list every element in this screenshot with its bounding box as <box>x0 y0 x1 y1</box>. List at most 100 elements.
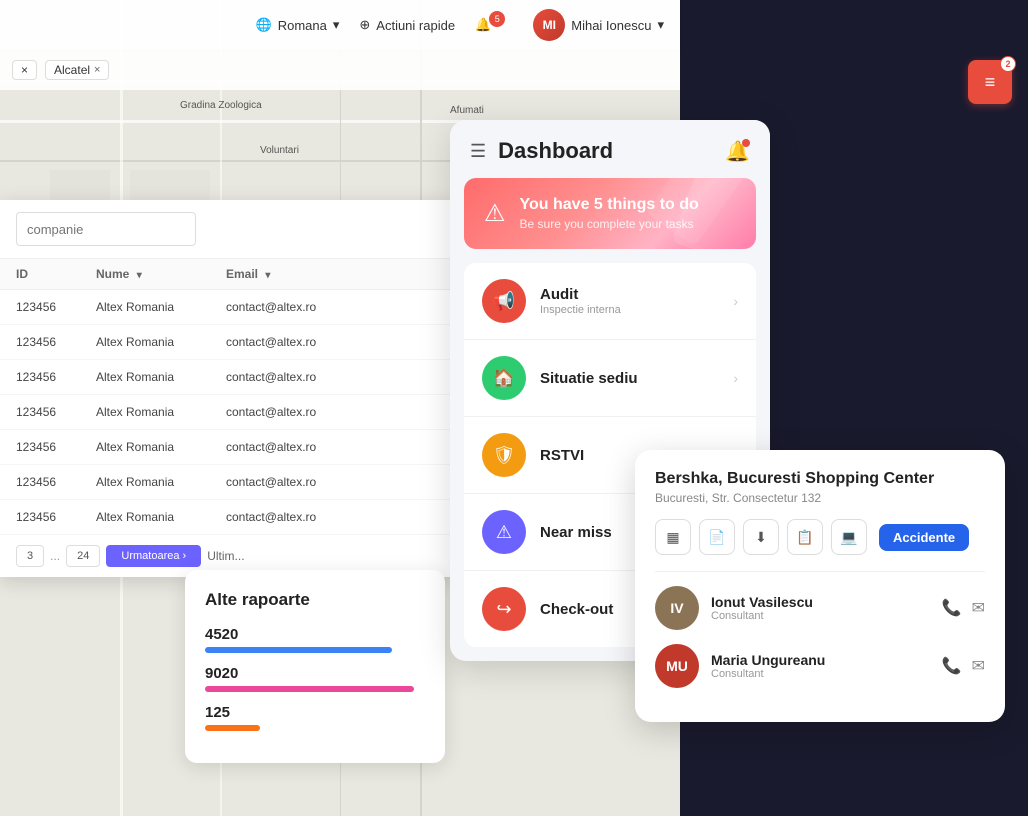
avatar-initials: IV <box>655 586 699 630</box>
sort-email-icon: ▾ <box>265 270 270 281</box>
person-role: Consultant <box>711 668 930 680</box>
menu-icon[interactable]: ☰ <box>470 141 486 162</box>
table-row[interactable]: 123456 Altex Romania contact@altex.ro <box>0 430 460 465</box>
cell-name: Altex Romania <box>96 475 226 489</box>
page-btn-24[interactable]: 24 <box>66 545 100 567</box>
action-btn-2[interactable]: 📄 <box>699 519 735 555</box>
action-btn-1[interactable]: ▦ <box>655 519 691 555</box>
download-icon: ⬇ <box>755 529 767 546</box>
tablet-icon: 💻 <box>840 529 857 546</box>
col-header-name[interactable]: Nume ▾ <box>96 267 226 281</box>
cell-email: contact@altex.ro <box>226 300 426 314</box>
filter-tag-close[interactable]: × <box>12 60 37 80</box>
cell-name: Altex Romania <box>96 300 226 314</box>
menu-item-audit[interactable]: 📢 Audit Inspectie interna › <box>464 263 756 340</box>
menu-item-icon: ↪ <box>482 587 526 631</box>
person-actions: 📞 ✉ <box>942 656 985 676</box>
alte-rapoarte-card: Alte rapoarte 4520 9020 125 <box>185 570 445 763</box>
menu-chevron-icon: › <box>733 293 738 309</box>
icon-symbol: 📢 <box>493 291 515 312</box>
action-btn-5[interactable]: 💻 <box>831 519 867 555</box>
menu-item-icon: 🏠 <box>482 356 526 400</box>
search-input[interactable] <box>16 212 196 246</box>
plus-circle-icon: ⊕ <box>359 17 370 33</box>
menu-item-text: Situatie sediu <box>540 370 719 387</box>
notifications[interactable]: 🔔 5 <box>475 17 513 33</box>
filter-close-icon[interactable]: × <box>94 64 100 76</box>
user-avatar: MI <box>533 9 565 41</box>
fab-action-button[interactable]: ≡ 2 <box>968 60 1012 104</box>
top-navigation: 🌐 Romana ▾ ⊕ Actiuni rapide 🔔 5 MI Mihai… <box>0 0 680 50</box>
quick-actions[interactable]: ⊕ Actiuni rapide <box>359 17 455 33</box>
menu-item-title: Audit <box>540 286 719 303</box>
cell-id: 123456 <box>16 405 96 419</box>
page-btn-next[interactable]: Urmatoarea › <box>106 545 201 567</box>
table-row[interactable]: 123456 Altex Romania contact@altex.ro <box>0 360 460 395</box>
divider <box>655 571 985 572</box>
person-actions: 📞 ✉ <box>942 598 985 618</box>
cell-email: contact@altex.ro <box>226 440 426 454</box>
dashboard-bell[interactable]: 🔔 <box>725 139 750 164</box>
table-row[interactable]: 123456 Altex Romania contact@altex.ro <box>0 465 460 500</box>
col-header-email[interactable]: Email ▾ <box>226 267 426 281</box>
cell-id: 123456 <box>16 475 96 489</box>
page-ellipsis: ... <box>50 549 60 563</box>
quick-actions-label: Actiuni rapide <box>376 18 455 33</box>
cell-id: 123456 <box>16 335 96 349</box>
table-row[interactable]: 123456 Altex Romania contact@altex.ro <box>0 290 460 325</box>
stat-bar <box>205 725 260 731</box>
contact-card: Bershka, Bucuresti Shopping Center Bucur… <box>635 450 1005 722</box>
contact-persons: IV Ionut Vasilescu Consultant 📞 ✉ MU Mar… <box>655 586 985 688</box>
location-title: Bershka, Bucuresti Shopping Center <box>655 470 985 488</box>
icon-symbol: ↪ <box>496 599 511 620</box>
menu-item-icon: 🛡 <box>482 433 526 477</box>
page-btn-1[interactable]: 3 <box>16 545 44 567</box>
stat-bar <box>205 686 414 692</box>
table-row[interactable]: 123456 Altex Romania contact@altex.ro <box>0 395 460 430</box>
phone-icon[interactable]: 📞 <box>942 656 962 676</box>
cell-email: contact@altex.ro <box>226 510 426 524</box>
dashboard-header: ☰ Dashboard 🔔 <box>450 120 770 178</box>
phone-icon[interactable]: 📞 <box>942 598 962 618</box>
close-icon: × <box>21 63 28 77</box>
action-btn-3[interactable]: ⬇ <box>743 519 779 555</box>
stat-bar <box>205 647 392 653</box>
filter-tag-alcatel[interactable]: Alcatel × <box>45 60 109 80</box>
person-info: Ionut Vasilescu Consultant <box>711 594 930 622</box>
action-btn-4[interactable]: 📋 <box>787 519 823 555</box>
person-avatar: MU <box>655 644 699 688</box>
notification-badge: 5 <box>489 11 505 27</box>
cell-id: 123456 <box>16 440 96 454</box>
stat-item: 4520 <box>205 626 425 653</box>
icon-symbol: 🏠 <box>493 368 515 389</box>
col-header-id: ID <box>16 267 96 281</box>
email-icon[interactable]: ✉ <box>972 656 985 676</box>
menu-item-situatie-sediu[interactable]: 🏠 Situatie sediu › <box>464 340 756 417</box>
cell-name: Altex Romania <box>96 440 226 454</box>
bell-dot <box>742 139 750 147</box>
menu-item-title: Situatie sediu <box>540 370 719 387</box>
user-menu[interactable]: MI Mihai Ionescu ▾ <box>533 9 664 41</box>
map-label-voluntari: Voluntari <box>260 145 299 156</box>
alert-banner[interactable]: ⚠ You have 5 things to do Be sure you co… <box>464 178 756 249</box>
menu-chevron-icon: › <box>733 370 738 386</box>
user-chevron: ▾ <box>657 17 664 33</box>
email-icon[interactable]: ✉ <box>972 598 985 618</box>
clipboard-icon: 📋 <box>796 529 813 546</box>
globe-icon: 🌐 <box>256 17 272 33</box>
cell-id: 123456 <box>16 300 96 314</box>
cell-email: contact@altex.ro <box>226 475 426 489</box>
search-bar <box>0 200 460 259</box>
table-header: ID Nume ▾ Email ▾ <box>0 259 460 290</box>
contact-action-row: ▦ 📄 ⬇ 📋 💻 Accidente <box>655 519 985 555</box>
language-label: Romana <box>278 18 327 33</box>
stat-item: 125 <box>205 704 425 731</box>
table-row[interactable]: 123456 Altex Romania contact@altex.ro <box>0 500 460 535</box>
cell-name: Altex Romania <box>96 335 226 349</box>
table-row[interactable]: 123456 Altex Romania contact@altex.ro <box>0 325 460 360</box>
stat-number: 125 <box>205 704 425 721</box>
accidente-button[interactable]: Accidente <box>879 524 969 551</box>
menu-item-sub: Inspectie interna <box>540 304 719 316</box>
data-table-panel: ID Nume ▾ Email ▾ 123456 Altex Romania c… <box>0 200 460 577</box>
language-selector[interactable]: 🌐 Romana ▾ <box>256 17 340 33</box>
